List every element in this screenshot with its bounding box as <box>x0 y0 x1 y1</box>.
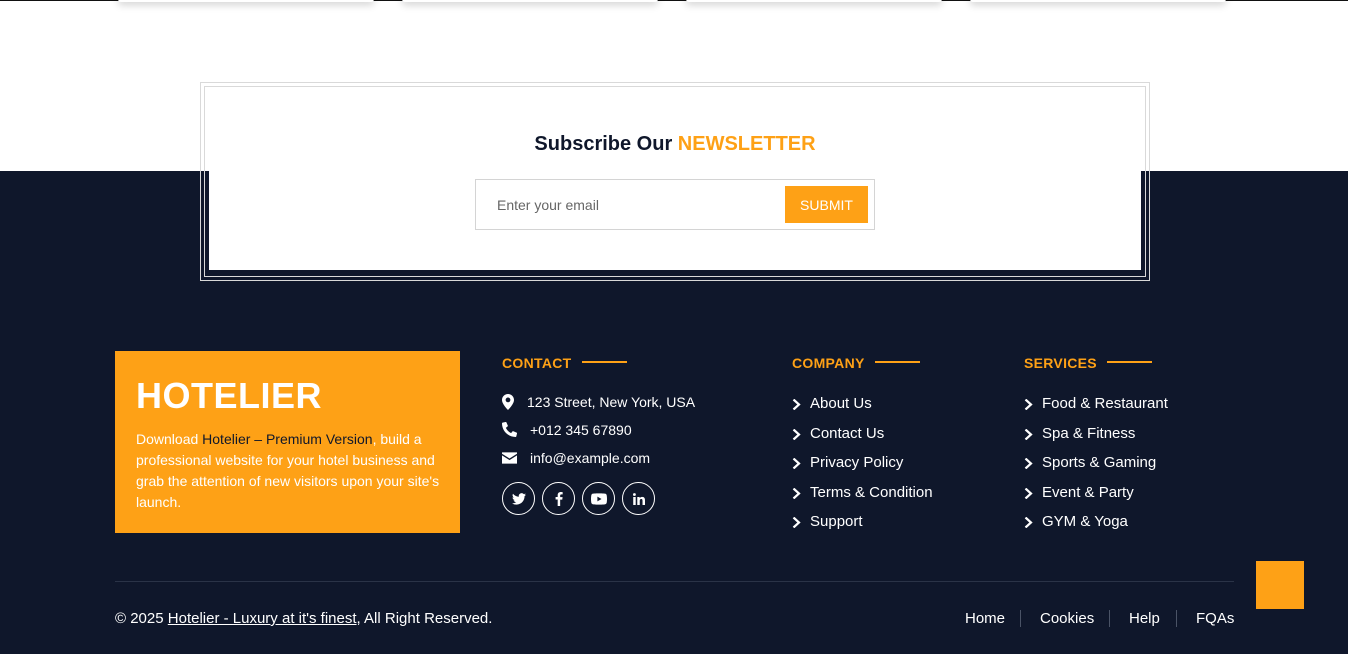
chevron-right-icon <box>1024 429 1033 440</box>
room-card-bottom <box>686 0 942 2</box>
company-title: COMPANY <box>792 355 865 371</box>
room-card-bottom <box>970 0 1226 2</box>
newsletter-title: Subscribe Our NEWSLETTER <box>209 133 1141 156</box>
heading-underline <box>581 361 627 364</box>
link-label: Privacy Policy <box>810 454 904 471</box>
brand-name: HOTELIER <box>136 375 323 416</box>
services-heading: SERVICES <box>1024 355 1152 371</box>
link-label: Sports & Gaming <box>1042 454 1157 471</box>
footer-link-help[interactable]: Help <box>1129 610 1160 627</box>
heading-underline <box>1106 361 1152 364</box>
contact-phone-text: +012 345 67890 <box>530 422 632 438</box>
envelope-icon <box>502 450 518 466</box>
copyright: © 2025 Hotelier - Luxury at it's finest,… <box>115 610 492 627</box>
contact-email-text: info@example.com <box>530 450 651 466</box>
copyright-suffix: , All Right Reserved. <box>356 610 493 627</box>
map-marker-icon <box>502 394 518 410</box>
footer-link-faqs[interactable]: FQAs <box>1196 610 1234 627</box>
contact-heading: CONTACT <box>502 355 627 371</box>
linkedin-icon <box>632 492 645 505</box>
chevron-right-icon <box>1024 517 1033 528</box>
footer-link-separator <box>1109 610 1110 627</box>
brand-block: HOTELIER Download Hotelier – Premium Ver… <box>115 351 460 533</box>
facebook-link[interactable] <box>542 482 575 515</box>
link-label: About Us <box>810 395 872 412</box>
chevron-right-icon <box>792 429 801 440</box>
email-input[interactable] <box>477 181 777 228</box>
footer-divider <box>115 581 1234 582</box>
footer-link-separator <box>1176 610 1177 627</box>
footer-link-home[interactable]: Home <box>965 610 1005 627</box>
brand-desc-before: Download <box>136 431 203 447</box>
link-label: Contact Us <box>810 425 885 442</box>
newsletter-title-accent: NEWSLETTER <box>677 133 816 155</box>
room-card-bottom <box>118 0 374 2</box>
youtube-link[interactable] <box>582 482 615 515</box>
heading-underline <box>874 361 920 364</box>
link-label: Spa & Fitness <box>1042 425 1136 442</box>
newsletter-form: SUBMIT <box>475 179 875 230</box>
back-to-top-button[interactable] <box>1256 561 1304 609</box>
link-label: Event & Party <box>1042 484 1134 501</box>
chevron-right-icon <box>1024 458 1033 469</box>
footer-link-cookies[interactable]: Cookies <box>1040 610 1094 627</box>
newsletter-title-prefix: Subscribe Our <box>534 133 673 155</box>
link-label: GYM & Yoga <box>1042 513 1128 530</box>
chevron-right-icon <box>1024 488 1033 499</box>
link-label: Terms & Condition <box>810 484 933 501</box>
submit-button[interactable]: SUBMIT <box>785 186 868 223</box>
youtube-icon <box>590 492 607 505</box>
copyright-site-link[interactable]: Hotelier - Luxury at it's finest <box>168 610 357 627</box>
twitter-icon <box>511 492 526 505</box>
contact-title: CONTACT <box>502 355 572 371</box>
chevron-right-icon <box>792 458 801 469</box>
chevron-right-icon <box>792 399 801 410</box>
premium-version-link[interactable]: Hotelier – Premium Version <box>202 431 372 447</box>
link-label: Food & Restaurant <box>1042 395 1168 412</box>
company-heading: COMPANY <box>792 355 920 371</box>
services-title: SERVICES <box>1024 355 1097 371</box>
chevron-right-icon <box>792 517 801 528</box>
link-label: Support <box>810 513 863 530</box>
phone-icon <box>501 421 518 438</box>
copyright-prefix: © 2025 <box>115 610 164 627</box>
facebook-icon <box>555 491 563 506</box>
footer-link-separator <box>1020 610 1021 627</box>
brand-description: Download Hotelier – Premium Version, bui… <box>136 429 441 513</box>
chevron-right-icon <box>1024 399 1033 410</box>
room-card-bottom <box>402 0 658 2</box>
linkedin-link[interactable] <box>622 482 655 515</box>
contact-address-text: 123 Street, New York, USA <box>527 394 696 410</box>
chevron-right-icon <box>792 488 801 499</box>
newsletter-box: Subscribe Our NEWSLETTER SUBMIT <box>209 88 1141 270</box>
twitter-link[interactable] <box>502 482 535 515</box>
